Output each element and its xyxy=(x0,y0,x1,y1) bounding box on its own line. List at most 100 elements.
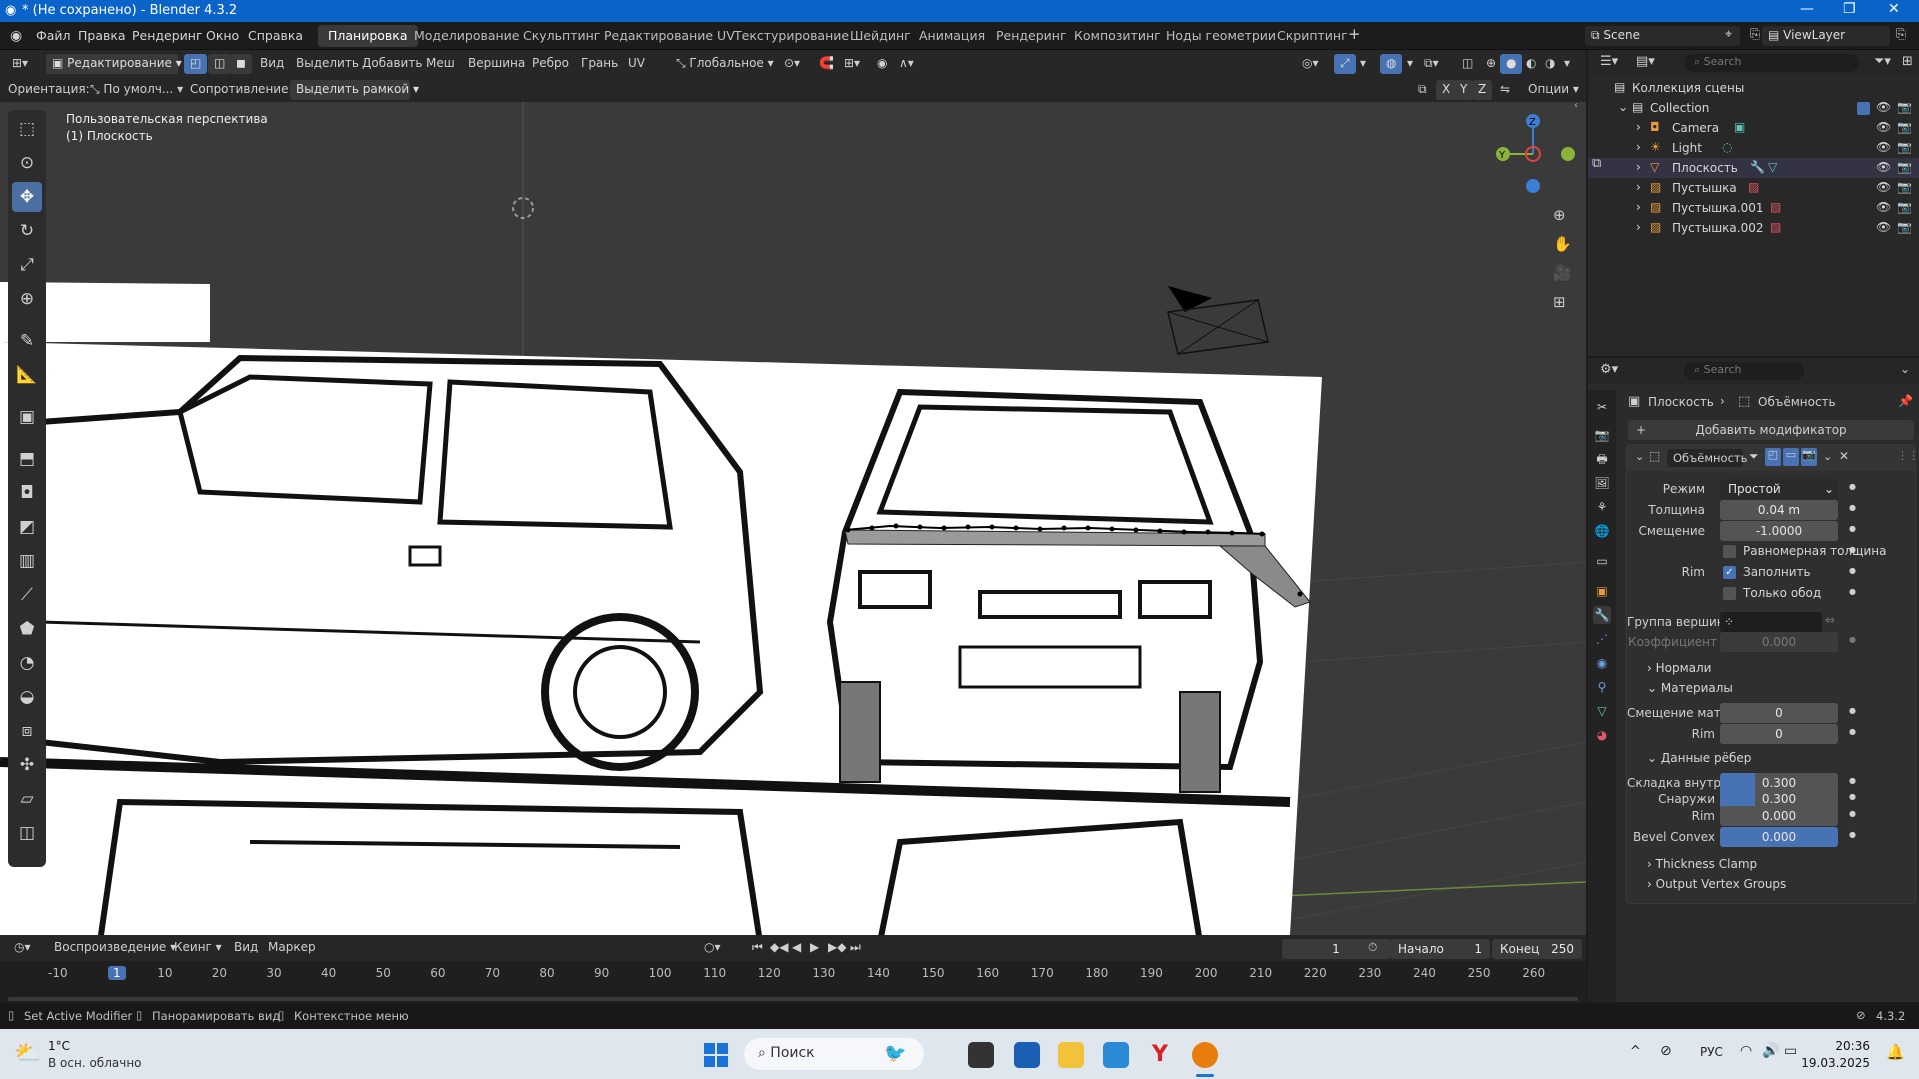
task-view-icon[interactable] xyxy=(968,1042,994,1068)
windows-start-icon[interactable] xyxy=(703,1042,729,1068)
menu-edge[interactable]: Ребро xyxy=(528,54,573,74)
overlays-toggle-icon[interactable]: ◍ xyxy=(1380,54,1403,74)
material-tab-icon[interactable]: ◕ xyxy=(1593,726,1611,744)
render-camera-icon[interactable]: 📷 xyxy=(1897,160,1912,174)
remove-modifier-icon[interactable]: ✕ xyxy=(1839,449,1849,463)
keyframe-dot-icon[interactable]: ● xyxy=(1849,635,1856,644)
vertex-select-icon[interactable]: ◰ xyxy=(184,54,208,74)
gizmo-menu-icon[interactable]: ▾ xyxy=(1356,54,1370,74)
drag-handle-icon[interactable]: ⋮⋮ xyxy=(1897,449,1919,462)
edge-slide-icon[interactable]: ⧈ xyxy=(12,716,42,746)
shrink-fatten-icon[interactable]: ✣ xyxy=(12,750,42,780)
keyframe-dot-icon[interactable]: ● xyxy=(1849,587,1856,596)
menu-render[interactable]: Рендеринг xyxy=(132,28,203,43)
menu-window[interactable]: Окно xyxy=(206,28,239,43)
menu-add[interactable]: Добавить xyxy=(358,54,426,74)
render-tab-icon[interactable]: 📷 xyxy=(1593,426,1611,444)
constraints-tab-icon[interactable]: ⚲ xyxy=(1593,678,1611,696)
auto-merge-icon[interactable]: ⇋ xyxy=(1496,80,1514,100)
expand-icon[interactable]: › xyxy=(1636,180,1641,194)
invert-vgroup-icon[interactable]: ⇔ xyxy=(1825,613,1835,627)
wireframe-shading-icon[interactable]: ⊕ xyxy=(1482,54,1500,74)
normals-section[interactable]: › Нормали xyxy=(1647,661,1711,675)
modifier-name-field[interactable]: Объёмность xyxy=(1667,449,1747,467)
keyframe-dot-icon[interactable]: ● xyxy=(1849,545,1856,554)
volume-icon[interactable]: 🔊 xyxy=(1762,1043,1779,1059)
render-toggle-icon[interactable]: 📷 xyxy=(1801,448,1817,466)
scene-tab-icon[interactable]: ⚘ xyxy=(1593,498,1611,516)
overlays-menu-icon[interactable]: ▾ xyxy=(1403,54,1417,74)
keying-menu[interactable]: Кеинг ▾ xyxy=(170,938,226,958)
tab-layout[interactable]: Планировка xyxy=(318,25,418,47)
vertex-group-field[interactable]: ⁘ xyxy=(1720,612,1822,632)
smooth-icon[interactable]: ◒ xyxy=(12,682,42,712)
outliner-item-light[interactable]: › ☀ Light ◌ 👁 📷 xyxy=(1588,138,1919,158)
autokey-icon[interactable]: ○▾ xyxy=(700,938,725,958)
filter-icon[interactable]: ⏷▾ xyxy=(1874,54,1891,69)
visibility-eye-icon[interactable]: 👁 xyxy=(1876,100,1891,114)
measure-icon[interactable]: 📐 xyxy=(12,360,42,390)
tab-animation[interactable]: Анимация xyxy=(909,25,995,47)
shear-icon[interactable]: ▱ xyxy=(12,784,42,814)
object-tab-icon[interactable]: ▣ xyxy=(1593,582,1611,600)
material-shading-icon[interactable]: ◐ xyxy=(1522,54,1540,74)
taskbar-search[interactable]: ⌕ Поиск 🐦 xyxy=(744,1038,924,1070)
menu-uv[interactable]: UV xyxy=(624,54,649,74)
playback-menu[interactable]: Воспроизведение ▾ xyxy=(50,938,180,958)
knife-icon[interactable]: ⟋ xyxy=(12,580,42,610)
output-tab-icon[interactable]: 🖶 xyxy=(1593,450,1611,468)
render-camera-icon[interactable]: 📷 xyxy=(1897,200,1912,214)
properties-options-icon[interactable]: ⌄ xyxy=(1900,362,1910,376)
render-camera-icon[interactable]: 📷 xyxy=(1897,120,1912,134)
rip-icon[interactable]: ◫ xyxy=(12,818,42,848)
viewlayer-selector[interactable]: ▤ ViewLayer xyxy=(1762,26,1890,46)
outliner-item-empty[interactable]: › ▨ Пустышка ▨ 👁 📷 xyxy=(1588,178,1919,198)
cursor-icon[interactable]: ⊙ xyxy=(12,148,42,178)
particles-tab-icon[interactable]: ⋰ xyxy=(1593,630,1611,648)
collection-exclude-checkbox[interactable] xyxy=(1857,102,1870,115)
new-viewlayer-icon[interactable]: ⎘ xyxy=(1896,26,1906,42)
proportional-edit-icon[interactable]: ◉ xyxy=(873,54,891,74)
mirror-icon[interactable]: ⧉ xyxy=(1414,80,1431,100)
close-icon[interactable]: ✕ xyxy=(1888,1,1900,17)
thickness-clamp-section[interactable]: › Thickness Clamp xyxy=(1647,857,1757,871)
scene-selector[interactable]: ⧉ Scene xyxy=(1585,26,1740,46)
viewport-toggle-icon[interactable]: ▭ xyxy=(1783,448,1799,466)
collapse-icon[interactable]: ⌄ xyxy=(1635,450,1644,463)
world-tab-icon[interactable]: 🌐 xyxy=(1593,522,1611,540)
3d-viewport[interactable]: Пользовательская перспектива (1) Плоскос… xyxy=(0,102,1586,935)
view-layer-tab-icon[interactable]: 🖼 xyxy=(1593,474,1611,492)
timeline[interactable]: -10 1 10 20 30 40 50 60 70 80 90 100 110 120 130 140 150… xyxy=(0,961,1586,1003)
menu-face[interactable]: Грань xyxy=(577,54,622,74)
mesh-overlays-icon[interactable]: ⧉▾ xyxy=(1420,54,1443,74)
falloff-icon[interactable]: ∧▾ xyxy=(895,54,918,74)
only-rim-checkbox[interactable] xyxy=(1723,587,1736,600)
camera-object[interactable] xyxy=(1167,286,1269,355)
visibility-eye-icon[interactable]: 👁 xyxy=(1876,160,1891,174)
expand-icon[interactable]: › xyxy=(1636,120,1641,134)
orientation-dropdown[interactable]: ⤡ По умолч... ▾ xyxy=(86,80,187,100)
snap-target-icon[interactable]: ⊞▾ xyxy=(840,54,864,74)
expand-icon[interactable]: › xyxy=(1636,140,1641,154)
collection-tab-icon[interactable]: ▭ xyxy=(1593,552,1611,570)
clock-date[interactable]: 19.03.2025 xyxy=(1800,1056,1870,1070)
keyframe-dot-icon[interactable]: ● xyxy=(1849,524,1856,533)
physics-tab-icon[interactable]: ◉ xyxy=(1593,654,1611,672)
outliner-editor-icon[interactable]: ☰▾ xyxy=(1600,54,1618,69)
offset-field[interactable]: -1.0000 xyxy=(1720,521,1838,541)
marker-menu[interactable]: Маркер xyxy=(264,938,320,958)
outliner-search[interactable]: ⌕ Search xyxy=(1684,54,1859,72)
wifi-icon[interactable]: ◠ xyxy=(1740,1043,1752,1059)
keyframe-dot-icon[interactable]: ● xyxy=(1849,503,1856,512)
play-reverse-icon[interactable]: ◀ xyxy=(788,938,805,958)
edge-select-icon[interactable]: ◫ xyxy=(208,54,232,74)
new-collection-icon[interactable]: ⊞ xyxy=(1902,54,1913,69)
outliner-item-camera[interactable]: › ◘ Camera ▣ 👁 📷 xyxy=(1588,118,1919,138)
file-explorer-icon[interactable] xyxy=(1058,1042,1084,1068)
properties-editor-icon[interactable]: ⚙▾ xyxy=(1600,362,1618,377)
add-modifier-button[interactable]: + Добавить модификатор xyxy=(1628,420,1914,440)
transform-orientation[interactable]: ⤡ Глобальное ▾ xyxy=(672,54,778,74)
gizmo-neg-z[interactable] xyxy=(1526,179,1540,193)
outliner-item-plane[interactable]: › ▽ Плоскость 🔧 ▽ 👁 📷 xyxy=(1588,158,1919,178)
outliner-side-icon[interactable]: ⧉ xyxy=(1592,156,1601,171)
